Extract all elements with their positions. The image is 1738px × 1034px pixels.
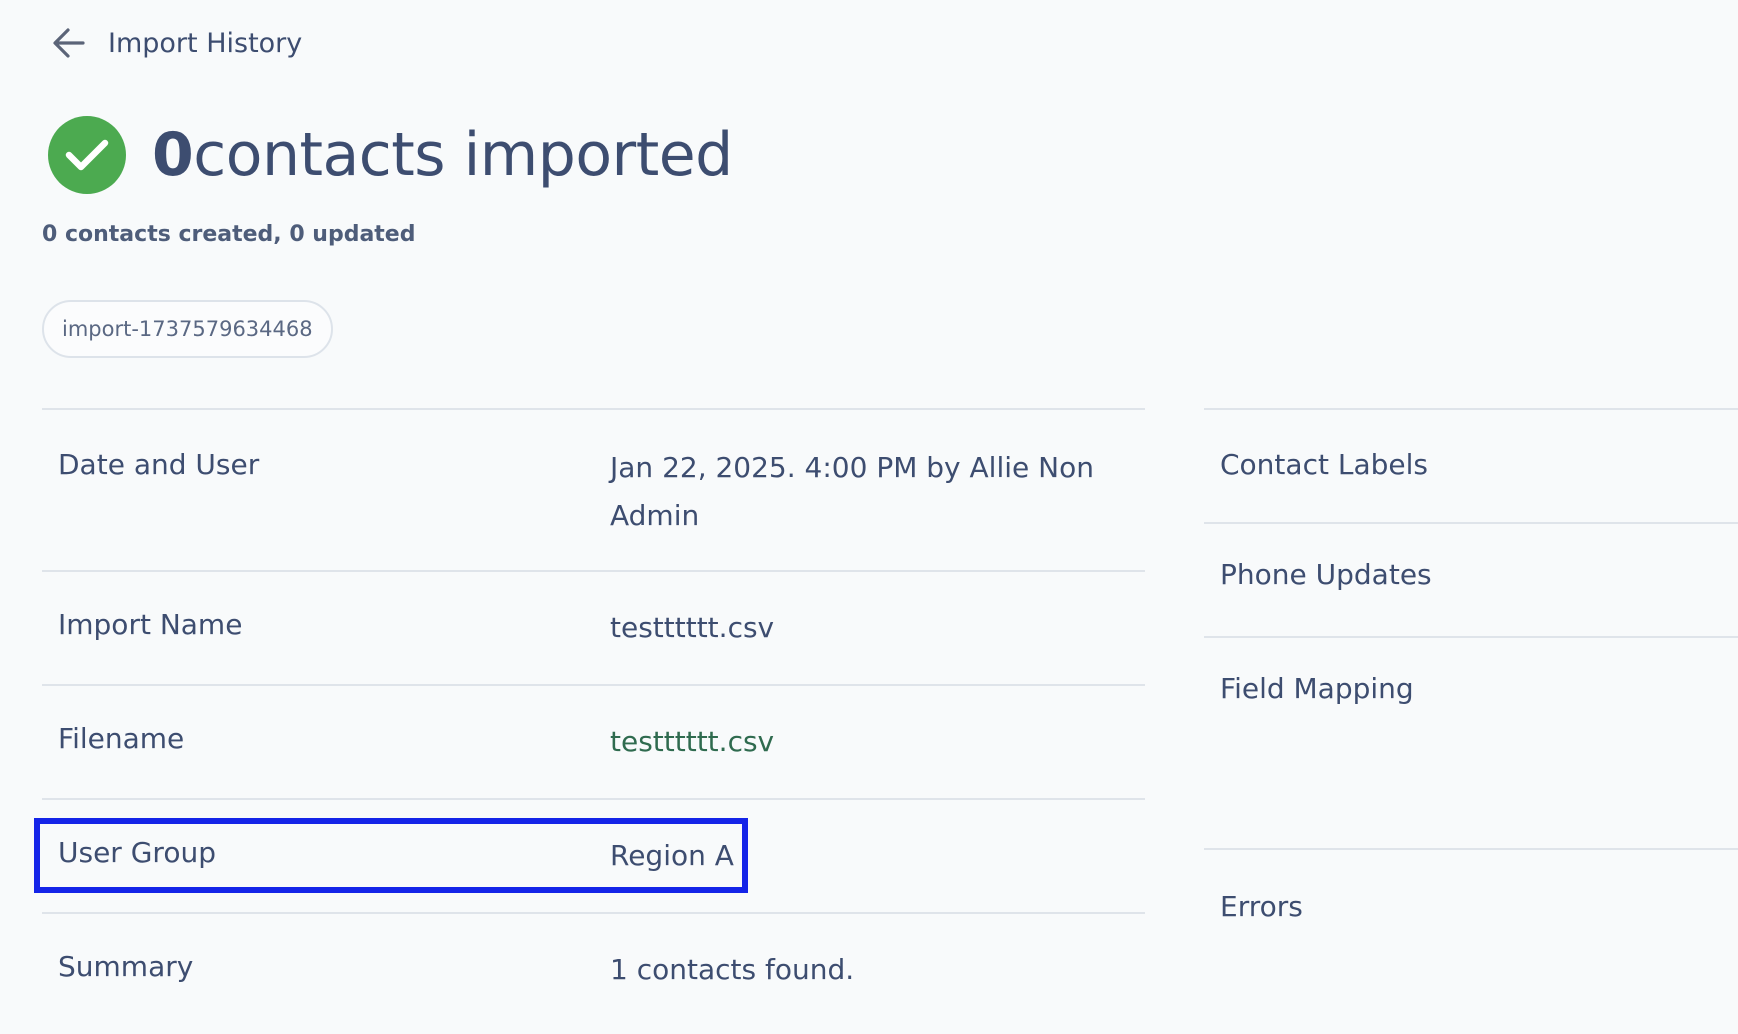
import-result-heading: 0contacts imported xyxy=(48,116,733,194)
detail-row-user-group: User Group Region A xyxy=(42,800,1145,914)
arrow-left-icon xyxy=(53,28,85,58)
filename-link[interactable]: testttttt.csv xyxy=(610,718,1110,766)
page-title: 0contacts imported xyxy=(152,120,733,190)
detail-label: Date and User xyxy=(58,448,260,481)
section-title: Field Mapping xyxy=(1220,672,1414,705)
detail-value: Region A xyxy=(610,839,734,872)
created-updated-summary: 0 contacts created, 0 updated xyxy=(42,222,416,247)
phone-updates-section[interactable]: Phone Updates xyxy=(1204,522,1738,636)
detail-label: Summary xyxy=(58,950,194,983)
detail-value: Jan 22, 2025. 4:00 PM by Allie Non Admin xyxy=(610,451,1094,532)
errors-section[interactable]: Errors xyxy=(1204,848,1738,998)
contact-labels-section[interactable]: Contact Labels xyxy=(1204,408,1738,522)
import-details-table: Date and User Jan 22, 2025. 4:00 PM by A… xyxy=(42,408,1145,1034)
detail-row-import-name: Import Name testttttt.csv xyxy=(42,572,1145,686)
section-title: Contact Labels xyxy=(1220,448,1428,481)
detail-label: Import Name xyxy=(58,608,243,641)
detail-row-filename: Filename testttttt.csv xyxy=(42,686,1145,800)
detail-value: testttttt.csv xyxy=(610,611,775,644)
detail-row-date-and-user: Date and User Jan 22, 2025. 4:00 PM by A… xyxy=(42,410,1145,572)
section-title: Phone Updates xyxy=(1220,558,1432,591)
check-circle-icon xyxy=(48,116,126,194)
field-mapping-section[interactable]: Field Mapping xyxy=(1204,636,1738,848)
import-id-badge: import-1737579634468 xyxy=(42,300,333,358)
imported-text: contacts imported xyxy=(193,120,733,190)
back-to-import-history-link[interactable]: Import History xyxy=(52,26,302,60)
detail-label: Filename xyxy=(58,722,185,755)
back-link-label: Import History xyxy=(108,27,303,59)
detail-label: User Group xyxy=(58,836,216,869)
detail-value: 1 contacts found. xyxy=(610,953,855,986)
imported-count: 0 xyxy=(152,120,194,190)
detail-row-summary: Summary 1 contacts found. xyxy=(42,914,1145,1034)
section-title: Errors xyxy=(1220,890,1303,923)
import-side-panel: Contact Labels Phone Updates Field Mappi… xyxy=(1204,408,1738,998)
